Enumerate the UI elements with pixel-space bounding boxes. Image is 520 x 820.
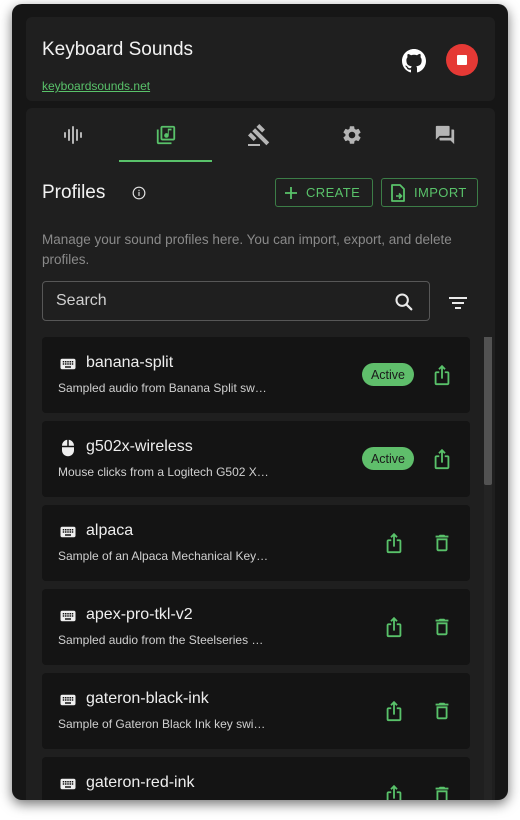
profile-name: gateron-red-ink bbox=[86, 774, 195, 791]
profile-name: banana-split bbox=[86, 354, 174, 371]
profile-card[interactable]: gateron-black-ink Sample of Gateron Black… bbox=[42, 673, 470, 749]
profile-card[interactable]: gateron-red-ink bbox=[42, 757, 470, 800]
profile-name: g502x-wireless bbox=[86, 438, 193, 455]
delete-icon[interactable] bbox=[431, 700, 453, 722]
gavel-icon bbox=[247, 124, 269, 146]
profiles-heading: Profiles bbox=[42, 182, 106, 203]
tab-rules[interactable] bbox=[212, 108, 305, 162]
profile-name: alpaca bbox=[86, 522, 134, 539]
tab-feedback[interactable] bbox=[398, 108, 491, 162]
app-window: Keyboard Sounds keyboardsounds.net Profi… bbox=[12, 4, 508, 800]
profile-description: Sample of Gateron Black Ink key swi… bbox=[58, 717, 266, 731]
export-icon[interactable] bbox=[431, 364, 453, 386]
main-panel: Profiles CREATE IMPORT Manage your sound… bbox=[26, 108, 495, 800]
export-icon[interactable] bbox=[383, 784, 405, 800]
gear-icon bbox=[342, 126, 361, 144]
info-icon[interactable] bbox=[132, 186, 146, 200]
keyboard-icon bbox=[59, 775, 77, 793]
status-badge: Active bbox=[362, 363, 414, 386]
profile-description: Mouse clicks from a Logitech G502 X… bbox=[58, 465, 269, 479]
import-label: IMPORT bbox=[414, 185, 467, 200]
tab-sounds[interactable] bbox=[26, 108, 119, 162]
profile-card[interactable]: apex-pro-tkl-v2 Sampled audio from the St… bbox=[42, 589, 470, 665]
chat-icon bbox=[435, 125, 454, 145]
export-icon[interactable] bbox=[431, 448, 453, 470]
scrollbar-thumb[interactable] bbox=[484, 337, 492, 485]
keyboard-icon bbox=[59, 355, 77, 373]
profile-description: Sampled audio from the Steelseries … bbox=[58, 633, 264, 647]
filter-icon[interactable] bbox=[447, 292, 469, 314]
profile-list: banana-split Sampled audio from Banana Sp… bbox=[26, 337, 495, 800]
export-icon[interactable] bbox=[383, 616, 405, 638]
export-icon[interactable] bbox=[383, 700, 405, 722]
profile-card[interactable]: alpaca Sample of an Alpaca Mechanical Key… bbox=[42, 505, 470, 581]
profiles-description: Manage your sound profiles here. You can… bbox=[42, 232, 452, 267]
search-icon[interactable] bbox=[393, 291, 415, 313]
tab-bar bbox=[26, 108, 495, 162]
tab-settings[interactable] bbox=[305, 108, 398, 162]
app-title: Keyboard Sounds bbox=[42, 39, 194, 60]
create-label: CREATE bbox=[306, 185, 361, 200]
keyboard-icon bbox=[59, 523, 77, 541]
search-field[interactable] bbox=[42, 281, 430, 321]
github-icon bbox=[402, 49, 426, 73]
waveform-icon bbox=[63, 126, 82, 144]
file-import-icon bbox=[391, 183, 405, 202]
profile-card[interactable]: banana-split Sampled audio from Banana Sp… bbox=[42, 337, 470, 413]
profile-card[interactable]: g502x-wireless Mouse clicks from a Logite… bbox=[42, 421, 470, 497]
profile-name: apex-pro-tkl-v2 bbox=[86, 606, 193, 623]
profile-description: Sampled audio from Banana Split sw… bbox=[58, 381, 267, 395]
music-library-icon bbox=[156, 125, 175, 145]
plus-icon bbox=[285, 186, 297, 199]
keyboard-icon bbox=[59, 691, 77, 709]
header-card: Keyboard Sounds keyboardsounds.net bbox=[26, 17, 495, 101]
create-profile-button[interactable]: CREATE bbox=[275, 178, 373, 207]
mouse-icon bbox=[59, 439, 77, 457]
keyboard-icon bbox=[59, 607, 77, 625]
stop-icon bbox=[457, 55, 467, 65]
profile-name: gateron-black-ink bbox=[86, 690, 209, 707]
import-profile-button[interactable]: IMPORT bbox=[381, 178, 478, 207]
delete-icon[interactable] bbox=[431, 532, 453, 554]
search-input[interactable] bbox=[43, 282, 383, 320]
website-link[interactable]: keyboardsounds.net bbox=[42, 79, 150, 93]
github-button[interactable] bbox=[400, 47, 428, 75]
tab-profiles[interactable] bbox=[119, 108, 212, 162]
export-icon[interactable] bbox=[383, 532, 405, 554]
status-badge: Active bbox=[362, 447, 414, 470]
profile-description: Sample of an Alpaca Mechanical Key… bbox=[58, 549, 269, 563]
delete-icon[interactable] bbox=[431, 616, 453, 638]
stop-button[interactable] bbox=[446, 44, 478, 76]
delete-icon[interactable] bbox=[431, 784, 453, 800]
